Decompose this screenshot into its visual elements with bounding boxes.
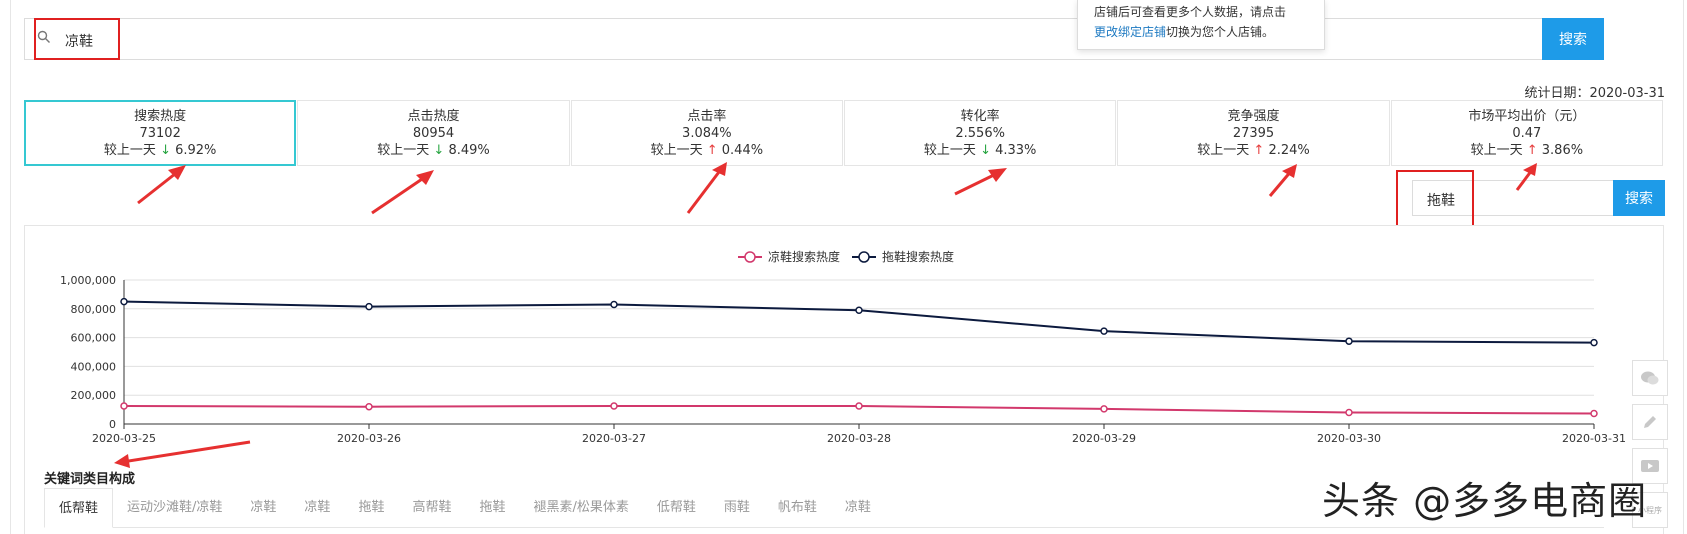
metric-compare: 较上一天 [650, 143, 703, 158]
metric-change: 2.24% [1268, 143, 1310, 158]
arrow-up-icon: ↑ [1253, 143, 1265, 158]
arrow-down-icon: ↓ [433, 143, 445, 158]
metric-change: 4.33% [995, 143, 1037, 158]
metric-title: 竞争强度 [1227, 109, 1280, 124]
metric-value: 0.47 [1512, 126, 1542, 141]
tab-keyword-category[interactable]: 高帮鞋 [398, 488, 465, 528]
metric-title: 点击热度 [407, 109, 460, 124]
watermark-text: 头条 @多多电商圈 [1322, 479, 1648, 523]
tab-keyword-category[interactable]: 拖鞋 [344, 488, 398, 528]
metric-compare: 较上一天 [103, 143, 156, 158]
tab-keyword-category[interactable]: 雨鞋 [710, 488, 764, 528]
metric-compare: 较上一天 [1197, 143, 1250, 158]
metric-compare: 较上一天 [923, 143, 976, 158]
tab-keyword-category[interactable]: 凉鞋 [290, 488, 344, 528]
metric-change: 0.44% [721, 143, 764, 158]
tab-keyword-category[interactable]: 低帮鞋 [643, 488, 710, 528]
arrow-up-icon: ↑ [1526, 143, 1538, 158]
metric-compare: 较上一天 [377, 143, 430, 158]
tab-keyword-category[interactable]: 凉鞋 [236, 488, 290, 528]
metric-title: 搜索热度 [134, 109, 187, 124]
tab-keyword-category[interactable]: 低帮鞋 [44, 488, 114, 528]
metric-compare: 较上一天 [1470, 143, 1523, 158]
metric-cards: 搜索热度 73102 较上一天 ↓ 6.92% 点击热度 80954 较上一天 … [24, 100, 1664, 166]
metric-change: 8.49% [448, 143, 490, 158]
compare-search-button[interactable]: 搜索 [1613, 180, 1665, 216]
search-bar[interactable]: 凉鞋 搜索 [24, 18, 1604, 60]
wechat-icon[interactable] [1632, 360, 1668, 396]
arrow-down-icon: ↓ [980, 143, 991, 158]
metric-card-search-heat[interactable]: 搜索热度 73102 较上一天 ↓ 6.92% [24, 100, 297, 166]
metric-card-avg-bid[interactable]: 市场平均出价（元） 0.47 较上一天 ↑ 3.86% [1390, 100, 1663, 166]
arrow-down-icon: ↓ [160, 143, 171, 158]
edit-icon[interactable] [1632, 404, 1668, 440]
metric-change: 3.86% [1541, 143, 1584, 158]
stat-date: 统计日期：2020-03-31 [1524, 86, 1665, 101]
metric-value: 73102 [139, 126, 181, 141]
metric-card-conversion[interactable]: 转化率 2.556% 较上一天 ↓ 4.33% [844, 100, 1117, 166]
tooltip-text: 店铺后可查看更多个人数据，请点击 [1094, 5, 1287, 19]
tab-keyword-category[interactable]: 帆布鞋 [764, 488, 831, 528]
highlight-box-search [34, 18, 120, 60]
metric-card-click-heat[interactable]: 点击热度 80954 较上一天 ↓ 8.49% [297, 100, 570, 166]
keyword-section-title: 关键词类目构成 [44, 472, 136, 487]
tab-keyword-category[interactable]: 凉鞋 [831, 488, 885, 528]
metric-card-competition[interactable]: 竞争强度 27395 较上一天 ↑ 2.24% [1117, 100, 1390, 166]
change-shop-link[interactable]: 更改绑定店铺 [1094, 25, 1166, 39]
metric-title: 转化率 [960, 109, 1000, 124]
metric-value: 3.084% [682, 126, 732, 141]
metric-value: 27395 [1232, 126, 1275, 141]
arrow-up-icon: ↑ [706, 143, 718, 158]
metric-card-ctr[interactable]: 点击率 3.084% 较上一天 ↑ 0.44% [570, 100, 843, 166]
tab-keyword-category[interactable]: 拖鞋 [465, 488, 519, 528]
tab-keyword-category[interactable]: 褪黑素/松果体素 [519, 488, 642, 528]
tab-keyword-category[interactable]: 运动沙滩鞋/凉鞋 [113, 488, 236, 528]
tooltip-text-rest: 切换为您个人店铺。 [1166, 25, 1275, 39]
search-button[interactable]: 搜索 [1542, 18, 1604, 60]
metric-value: 80954 [412, 126, 455, 141]
bind-shop-tooltip: 店铺后可查看更多个人数据，请点击 更改绑定店铺切换为您个人店铺。 [1077, 0, 1325, 50]
metric-title: 市场平均出价（元） [1468, 109, 1586, 124]
metric-title: 点击率 [687, 109, 727, 124]
metric-value: 2.556% [955, 126, 1005, 141]
metric-change: 6.92% [175, 143, 217, 158]
